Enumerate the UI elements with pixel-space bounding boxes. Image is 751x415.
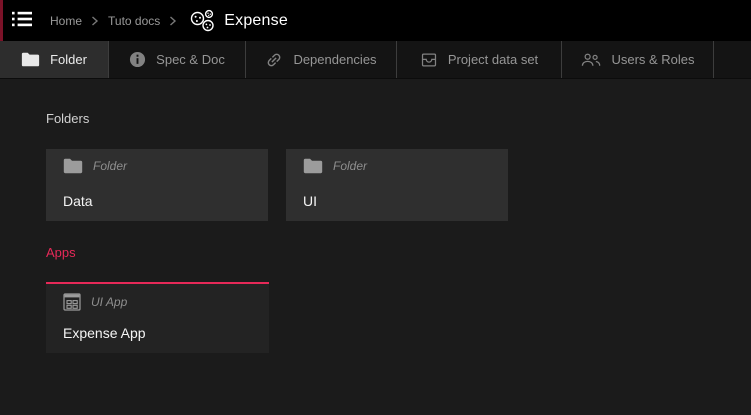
list-menu-icon bbox=[12, 11, 32, 30]
tab-label: Users & Roles bbox=[611, 52, 694, 67]
folder-icon bbox=[303, 158, 323, 174]
tab-label: Spec & Doc bbox=[156, 52, 225, 67]
app-window: Home Tuto docs bbox=[0, 0, 751, 415]
card-type-label: Folder bbox=[333, 159, 367, 173]
users-icon bbox=[580, 52, 601, 68]
card-title: Data bbox=[63, 193, 254, 209]
tab-label: Folder bbox=[50, 52, 87, 67]
card-header: UI App bbox=[63, 293, 255, 311]
main-menu-button[interactable] bbox=[12, 11, 32, 30]
tab-folder[interactable]: Folder bbox=[0, 41, 109, 78]
ui-app-icon bbox=[63, 293, 81, 311]
link-icon bbox=[265, 51, 283, 69]
tab-users-roles[interactable]: Users & Roles bbox=[562, 41, 714, 78]
apps-section-title: Apps bbox=[46, 245, 751, 260]
top-bar: Home Tuto docs bbox=[0, 0, 751, 41]
chevron-right-icon bbox=[169, 16, 177, 26]
tab-dependencies[interactable]: Dependencies bbox=[246, 41, 397, 78]
tab-bar-filler bbox=[714, 41, 751, 78]
dataset-drawer-icon bbox=[420, 51, 438, 69]
card-title: Expense App bbox=[63, 325, 255, 341]
card-type-label: Folder bbox=[93, 159, 127, 173]
tab-label: Project data set bbox=[448, 52, 538, 67]
card-title: UI bbox=[303, 193, 494, 209]
card-header: Folder bbox=[303, 158, 494, 174]
window-accent-bar bbox=[0, 0, 3, 41]
card-type-label: UI App bbox=[91, 295, 127, 309]
folder-card-data[interactable]: Folder Data bbox=[46, 149, 268, 221]
folder-icon bbox=[21, 52, 40, 67]
folders-card-row: Folder Data Folder UI bbox=[46, 149, 751, 221]
card-header: Folder bbox=[63, 158, 254, 174]
breadcrumb-link-tuto-docs[interactable]: Tuto docs bbox=[108, 14, 160, 28]
breadcrumb: Home Tuto docs bbox=[50, 9, 288, 33]
page-title: Expense bbox=[224, 12, 288, 30]
folder-icon bbox=[63, 158, 83, 174]
tab-spec-doc[interactable]: Spec & Doc bbox=[109, 41, 246, 78]
tab-project-data-set[interactable]: Project data set bbox=[397, 41, 562, 78]
chevron-right-icon bbox=[91, 16, 99, 26]
info-icon bbox=[129, 51, 146, 68]
tab-bar: Folder Spec & Doc Dependencies bbox=[0, 41, 751, 79]
breadcrumb-link-home[interactable]: Home bbox=[50, 14, 82, 28]
content-area: Folders Folder Data bbox=[0, 79, 751, 415]
folders-section-title: Folders bbox=[46, 111, 751, 126]
folder-card-ui[interactable]: Folder UI bbox=[286, 149, 508, 221]
app-card-expense-app[interactable]: UI App Expense App bbox=[46, 282, 269, 353]
tab-label: Dependencies bbox=[293, 52, 376, 67]
project-icon bbox=[189, 9, 216, 33]
